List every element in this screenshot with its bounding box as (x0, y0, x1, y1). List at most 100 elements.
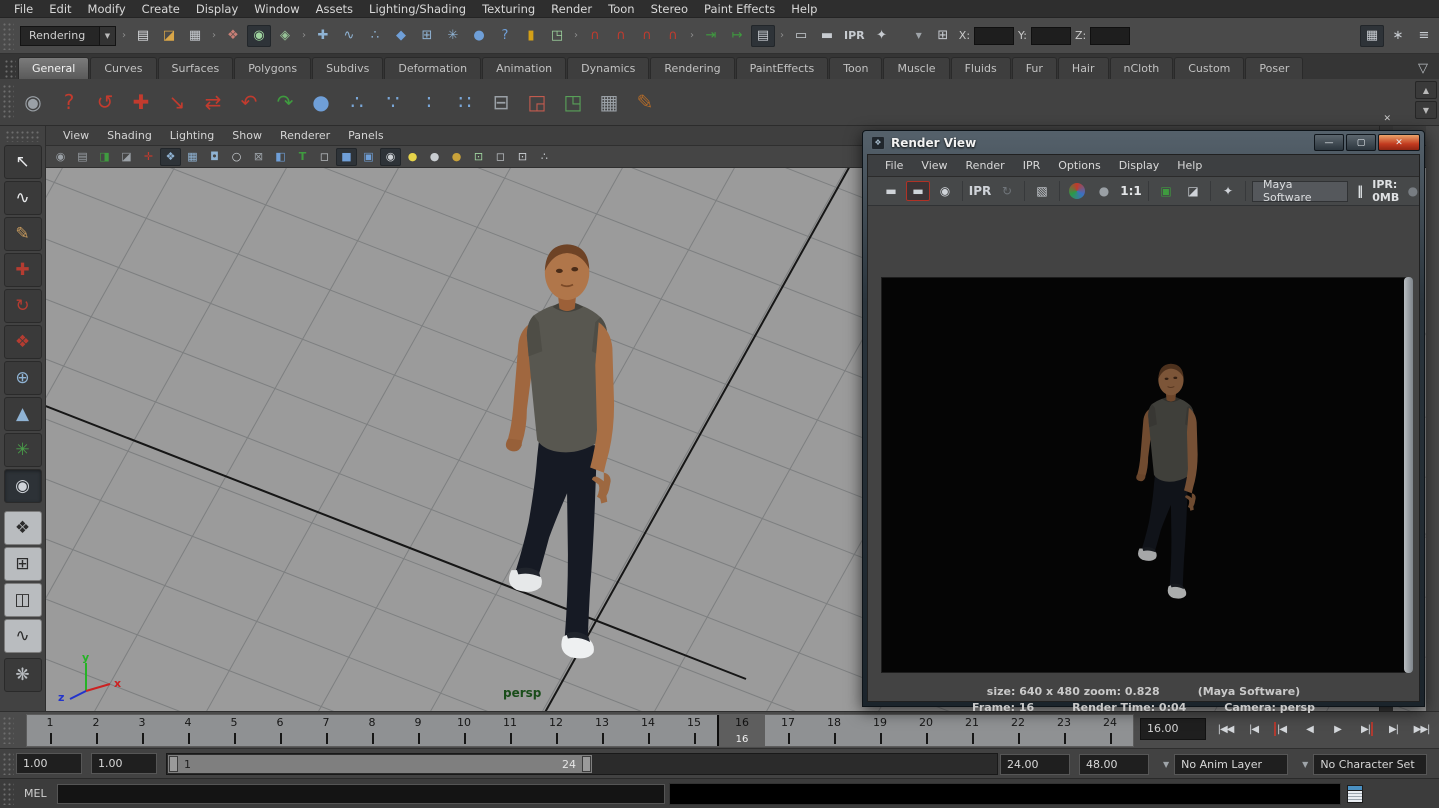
y-input[interactable] (1031, 27, 1071, 45)
shelf-tab[interactable]: Animation (482, 57, 566, 79)
frame-cell[interactable]: 5 (211, 715, 257, 746)
rendered-image[interactable] (881, 277, 1409, 673)
frame-cell[interactable]: 14 (625, 715, 671, 746)
z-input[interactable] (1090, 27, 1130, 45)
wireframe-icon[interactable]: ◻ (314, 148, 335, 166)
snap-to-points-icon[interactable]: ∴ (363, 25, 387, 47)
grid-toggle-icon[interactable]: ❖ (160, 148, 181, 166)
outliner-persp-layout-button[interactable]: ◫ (4, 583, 42, 617)
shelf-row-grip[interactable] (2, 84, 14, 121)
snap-to-projected-center-icon[interactable]: ⊞ (415, 25, 439, 47)
frame-cell[interactable]: 18 (811, 715, 857, 746)
snap-to-view-planes-icon[interactable]: ◆ (389, 25, 413, 47)
smooth-shade-icon[interactable]: ■ (336, 148, 357, 166)
panel-menu-item[interactable]: View (54, 127, 98, 145)
camera-track-icon[interactable]: ✚ (124, 84, 158, 120)
frame-cell[interactable]: 20 (903, 715, 949, 746)
render-view-menu-item[interactable]: View (912, 157, 956, 175)
character-model[interactable] (479, 236, 650, 682)
range-slider-track[interactable]: 1 24 (166, 753, 998, 775)
menubar-item[interactable]: Paint Effects (696, 0, 783, 18)
shelf-tab[interactable]: Custom (1174, 57, 1244, 79)
group-collapser[interactable] (210, 30, 218, 41)
keep-image-icon[interactable]: ▣ (1154, 181, 1178, 201)
frame-cell[interactable]: 22 (995, 715, 1041, 746)
playback-range-bar[interactable]: 1 24 (168, 755, 592, 773)
frame-cell[interactable]: 7 (303, 715, 349, 746)
range-grip[interactable] (2, 752, 14, 775)
toolbox-grip[interactable] (5, 130, 41, 142)
lock-selection-icon[interactable]: ▮ (519, 25, 543, 47)
display-alpha-icon[interactable]: ● (1092, 181, 1116, 201)
character-set-selector[interactable]: No Character Set (1313, 754, 1427, 775)
shelf-scroll-down-icon[interactable]: ▼ (1415, 101, 1437, 119)
frame-cell[interactable]: 11 (487, 715, 533, 746)
frame-cell[interactable]: 9 (395, 715, 441, 746)
go-to-start-button[interactable]: |◀◀ (1212, 718, 1239, 740)
camera-tumble-icon[interactable]: ↺ (88, 84, 122, 120)
chevron-down-icon[interactable]: ▼ (911, 31, 927, 40)
shelf-tab[interactable]: Curves (90, 57, 156, 79)
frame-cell[interactable]: 19 (857, 715, 903, 746)
help-icon[interactable]: ? (52, 84, 86, 120)
select-by-component-icon[interactable]: ◈ (273, 25, 297, 47)
frame-cell[interactable]: 23 (1041, 715, 1087, 746)
menu-set-selector[interactable]: Rendering ▼ (20, 26, 116, 46)
mel-input[interactable] (57, 784, 665, 804)
delete-unused-icon[interactable]: ● (304, 84, 338, 120)
frame-cell[interactable]: 6 (257, 715, 303, 746)
play-backwards-button[interactable]: ◀ (1296, 718, 1323, 740)
ipr-render-icon[interactable]: IPR (841, 25, 868, 47)
frame-cell[interactable]: 8 (349, 715, 395, 746)
tool-settings-icon[interactable]: ∗ (1386, 25, 1410, 47)
field-chart-icon[interactable]: ⊠ (248, 148, 269, 166)
frame-cell[interactable]: 17 (765, 715, 811, 746)
group-collapser[interactable] (688, 30, 696, 41)
soft-modification-tool[interactable]: ▲ (4, 397, 42, 431)
playback-end-field[interactable]: 24.00 (1000, 754, 1070, 775)
xray-icon[interactable]: ◻ (490, 148, 511, 166)
move-tool[interactable]: ✚ (4, 253, 42, 287)
select-camera-icon[interactable]: ◉ (50, 148, 71, 166)
range-start-handle[interactable] (169, 756, 178, 772)
frame-cell[interactable]: 1 (27, 715, 73, 746)
render-view-menu-item[interactable]: Display (1110, 157, 1169, 175)
attribute-editor-icon[interactable]: ≡ (1412, 25, 1436, 47)
rigid-bind-icon[interactable]: ∵ (376, 84, 410, 120)
chevron-down-icon[interactable]: ▼ (99, 27, 115, 45)
plugin-shapes-icon[interactable]: ∴ (534, 148, 555, 166)
select-tool[interactable]: ↖ (4, 145, 42, 179)
menubar-item[interactable]: Texturing (474, 0, 543, 18)
time-slider[interactable]: 1 2 3 4 5 (26, 714, 1134, 747)
frame-cell[interactable]: 12 (533, 715, 579, 746)
magnet-snap-scale-icon[interactable]: ∩ (635, 25, 659, 47)
renderer-selector[interactable]: Maya Software (1252, 181, 1348, 202)
single-pane-layout-button[interactable]: ❖ (4, 511, 42, 545)
save-scene-icon[interactable]: ▦ (183, 25, 207, 47)
snap-to-curves-icon[interactable]: ∿ (337, 25, 361, 47)
render-view-scrollbar[interactable] (1404, 277, 1413, 673)
animation-start-field[interactable]: 1.00 (16, 753, 82, 774)
group-collapser[interactable] (572, 30, 580, 41)
mel-label[interactable]: MEL (24, 787, 47, 800)
close-icon[interactable]: ✕ (1383, 114, 1391, 124)
render-view-menu-item[interactable]: Help (1168, 157, 1211, 175)
gate-mask-icon[interactable]: ○ (226, 148, 247, 166)
animation-end-field[interactable]: 48.00 (1079, 754, 1149, 775)
last-tool-used[interactable]: ◉ (4, 469, 42, 503)
camera-zoom-icon[interactable]: ⇄ (196, 84, 230, 120)
camera-dolly-icon[interactable]: ↘ (160, 84, 194, 120)
go-to-end-button[interactable]: ▶▶| (1408, 718, 1435, 740)
shelf-tab[interactable]: Fluids (951, 57, 1011, 79)
two-d-pan-zoom-icon[interactable]: ✛ (138, 148, 159, 166)
panel-menu-item[interactable]: Renderer (271, 127, 339, 145)
lasso-tool[interactable]: ∿ (4, 181, 42, 215)
select-by-object-icon[interactable]: ◉ (247, 25, 271, 47)
magnet-snap-planes-icon[interactable]: ∩ (661, 25, 685, 47)
close-button[interactable]: ✕ (1378, 134, 1420, 151)
resolution-gate-icon[interactable]: ◘ (204, 148, 225, 166)
menubar-item[interactable]: Edit (41, 0, 79, 18)
lattice-icon[interactable]: ▦ (592, 84, 626, 120)
step-forward-frame-button[interactable]: ▶| (1380, 718, 1407, 740)
hypergraph-persp-layout-button[interactable]: ∿ (4, 619, 42, 653)
